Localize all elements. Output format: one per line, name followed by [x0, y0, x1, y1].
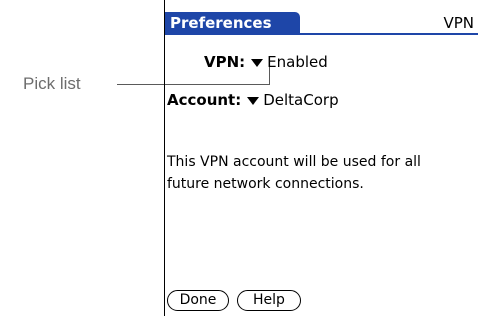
title-underline: [165, 33, 478, 35]
pick-list-triangle-icon[interactable]: [247, 96, 260, 105]
title-bar: Preferences VPN: [165, 12, 478, 35]
account-row: Account: DeltaCorp: [167, 90, 339, 110]
account-label: Account:: [167, 91, 242, 109]
vpn-message: This VPN account will be used for all fu…: [167, 154, 421, 192]
callout-label: Pick list: [23, 74, 81, 93]
done-button[interactable]: Done: [167, 290, 229, 311]
palm-screen: Preferences VPN VPN: Enabled Account: Delt…: [164, 0, 478, 316]
title-tab[interactable]: Preferences: [165, 12, 300, 34]
panel-name: VPN: [443, 14, 474, 32]
vpn-row: VPN: Enabled: [204, 52, 328, 72]
pick-list-triangle-icon[interactable]: [251, 58, 264, 67]
vpn-label: VPN:: [204, 53, 246, 71]
help-button[interactable]: Help: [237, 290, 301, 311]
vpn-pick-list[interactable]: Enabled: [267, 53, 328, 71]
account-pick-list[interactable]: DeltaCorp: [263, 91, 338, 109]
